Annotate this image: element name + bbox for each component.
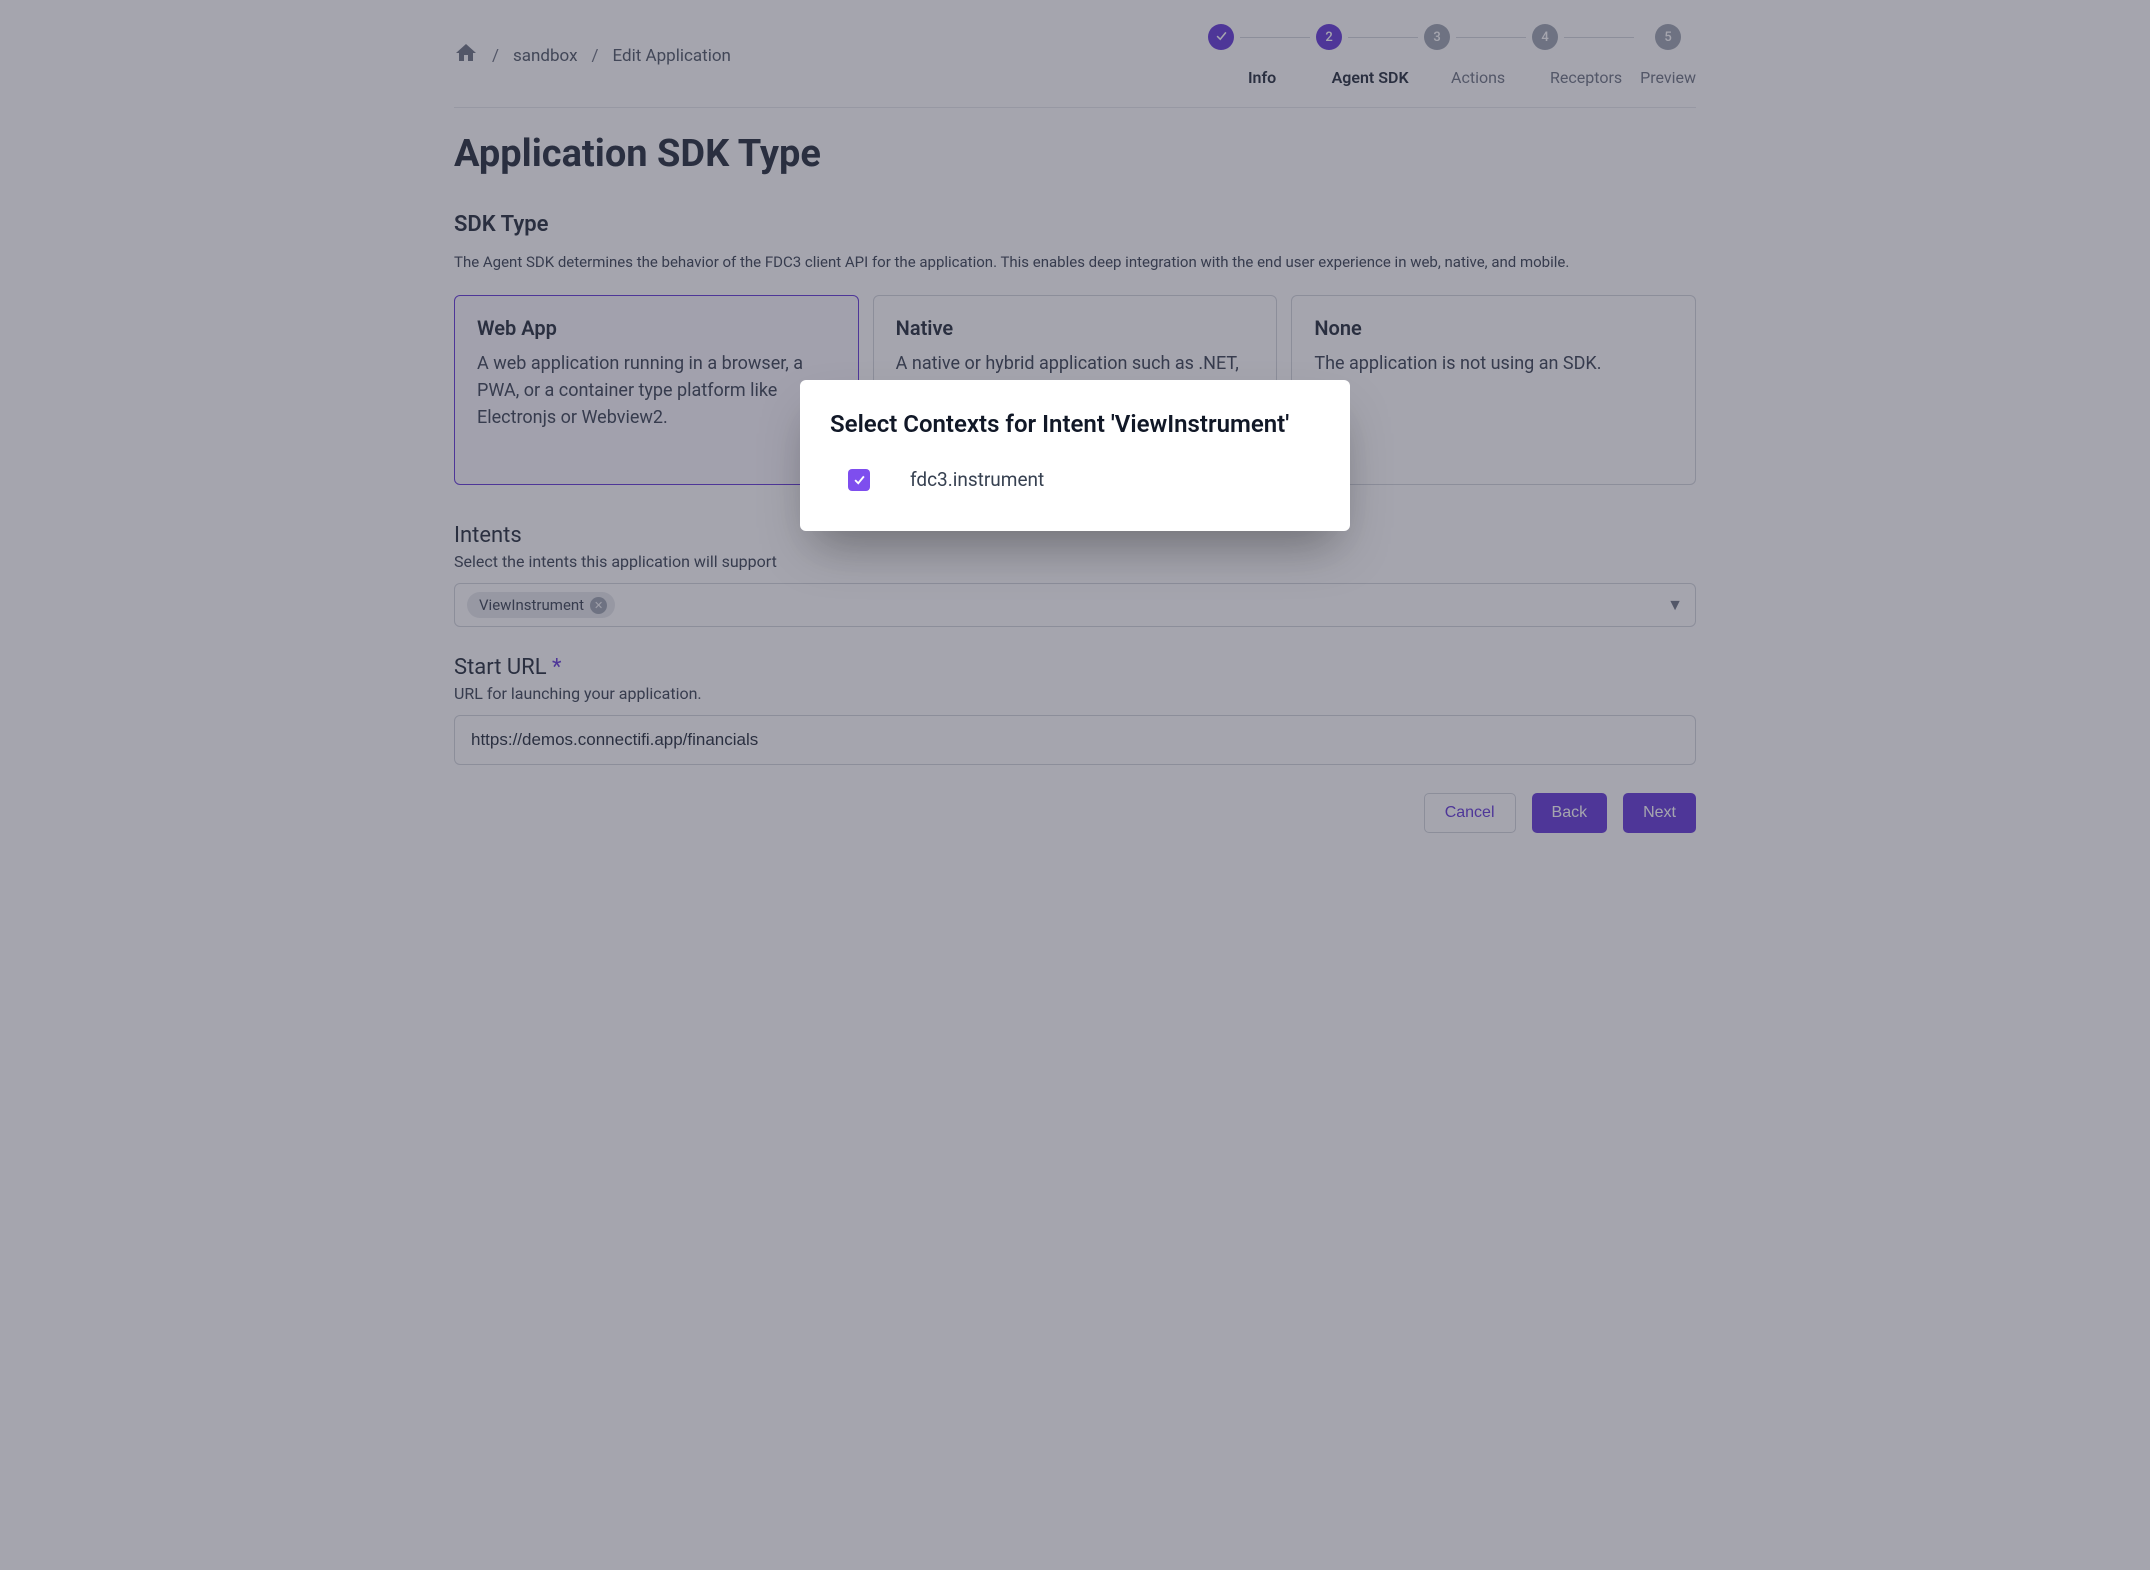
context-checkbox[interactable] (848, 469, 870, 491)
context-option-row[interactable]: fdc3.instrument (830, 468, 1320, 491)
select-contexts-modal: Select Contexts for Intent 'ViewInstrume… (800, 380, 1350, 531)
modal-title: Select Contexts for Intent 'ViewInstrume… (830, 410, 1320, 438)
modal-overlay[interactable]: Select Contexts for Intent 'ViewInstrume… (0, 0, 2150, 1570)
context-label: fdc3.instrument (910, 468, 1044, 491)
